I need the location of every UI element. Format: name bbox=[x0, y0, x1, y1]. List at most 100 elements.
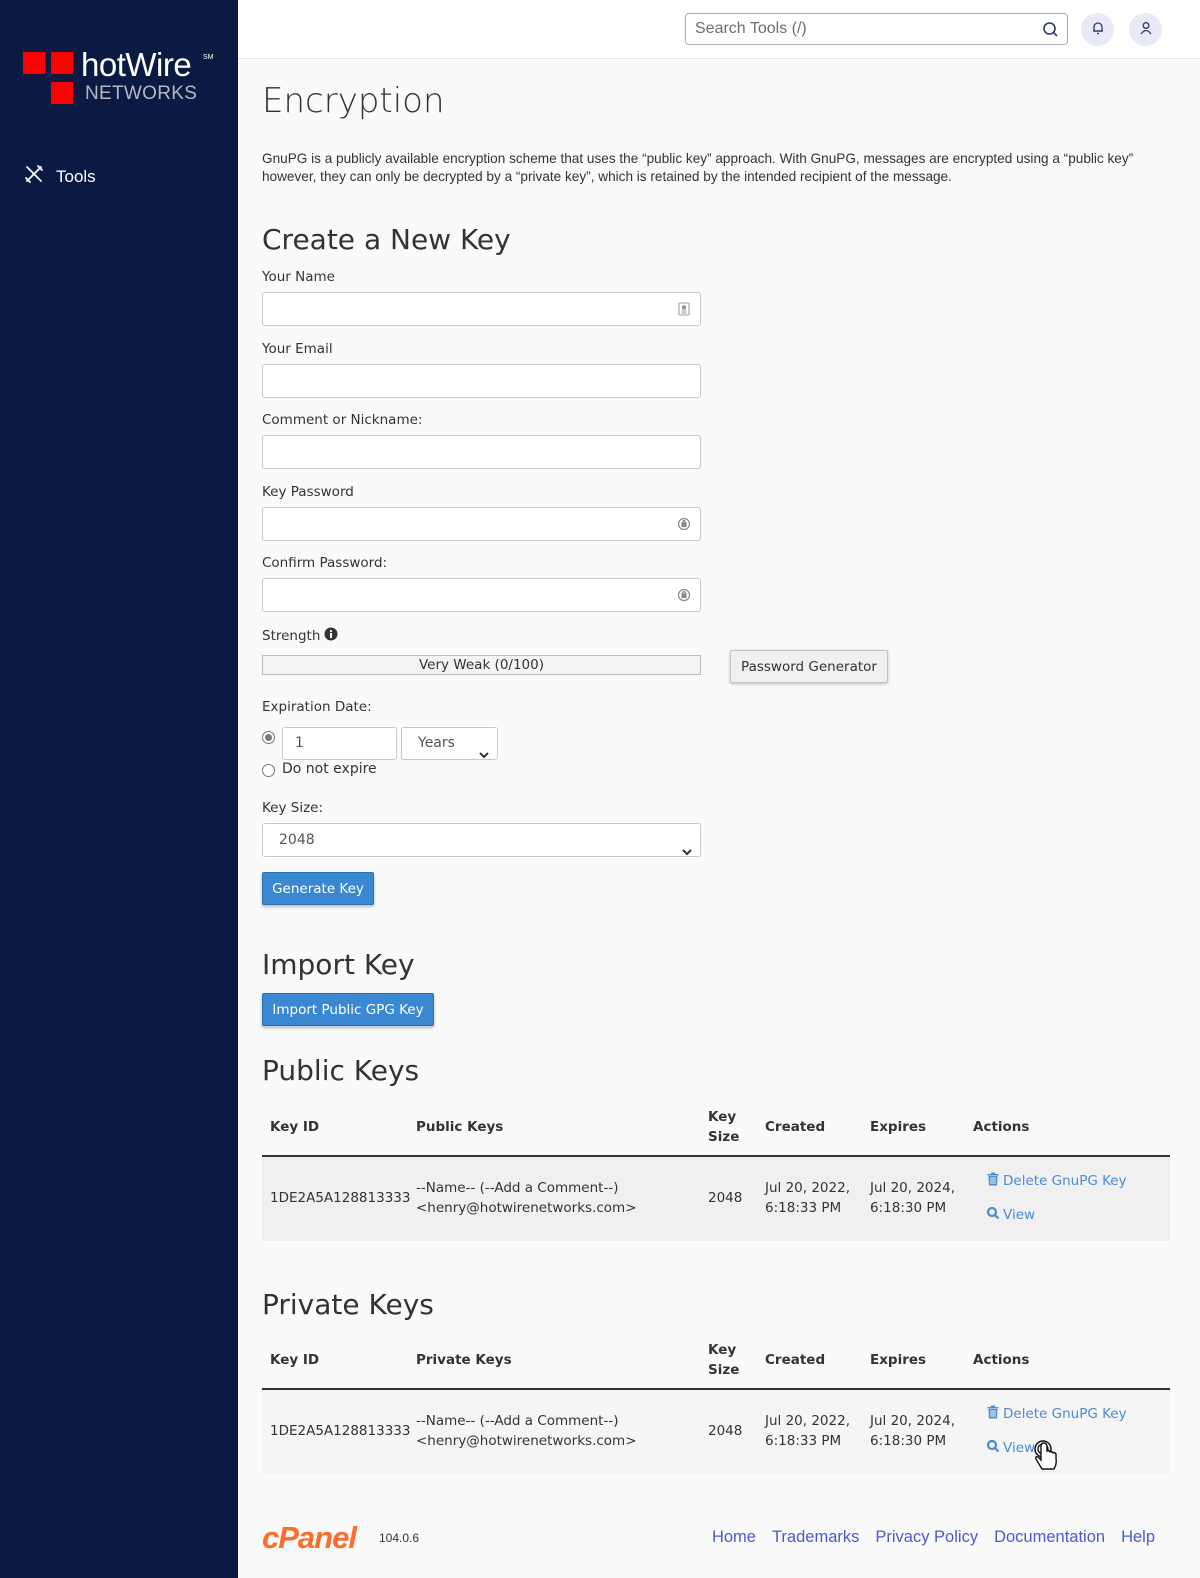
import-key-heading: Import Key bbox=[262, 948, 415, 981]
search-icon[interactable] bbox=[1042, 21, 1059, 38]
created-date: Jul 20, 2022, bbox=[765, 1413, 850, 1429]
sidebar-item-tools[interactable]: Tools bbox=[24, 164, 96, 189]
notifications-button[interactable] bbox=[1081, 13, 1114, 46]
expires-date: Jul 20, 2024, bbox=[870, 1180, 955, 1196]
key-user-name: --Name-- (--Add a Comment--) bbox=[416, 1413, 619, 1429]
footer-link-help[interactable]: Help bbox=[1121, 1528, 1155, 1547]
column-header-actions: Actions bbox=[973, 1119, 1030, 1135]
search-input[interactable] bbox=[686, 14, 1067, 44]
delete-key-link[interactable]: Delete GnuPG Key bbox=[986, 1405, 1127, 1423]
logo-square bbox=[23, 52, 45, 74]
do-not-expire-label[interactable]: Do not expire bbox=[282, 761, 377, 777]
column-header-key-size: Key Size bbox=[708, 1340, 739, 1380]
cpanel-logo[interactable]: cPanel bbox=[262, 1520, 357, 1556]
table-header: Key ID Private Keys Key Size Created Exp… bbox=[262, 1334, 1170, 1390]
comment-input[interactable] bbox=[263, 436, 700, 468]
footer: cPanel 104.0.6 Home Trademarks Privacy P… bbox=[262, 1520, 1170, 1560]
view-key-link[interactable]: View bbox=[986, 1206, 1035, 1224]
brand-service-mark: SM bbox=[203, 54, 214, 61]
name-label: Your Name bbox=[262, 269, 335, 285]
key-user-cell: --Name-- (--Add a Comment--) <henry@hotw… bbox=[416, 1411, 637, 1451]
name-input[interactable] bbox=[263, 293, 700, 325]
page-description: GnuPG is a publicly available encryption… bbox=[262, 151, 1134, 184]
column-header-key-size-line2: Size bbox=[708, 1129, 740, 1145]
key-size-select[interactable]: 2048 bbox=[262, 823, 701, 857]
email-input[interactable] bbox=[263, 365, 700, 397]
password-manager-icon[interactable] bbox=[676, 516, 692, 532]
expiration-label: Expiration Date: bbox=[262, 699, 372, 715]
footer-links: Home Trademarks Privacy Policy Documenta… bbox=[712, 1528, 1155, 1547]
expires-cell: Jul 20, 2024, 6:18:30 PM bbox=[870, 1178, 955, 1218]
expiration-amount-input[interactable]: 1 bbox=[282, 727, 397, 760]
import-public-key-button[interactable]: Import Public GPG Key bbox=[262, 993, 434, 1026]
name-field-wrapper bbox=[262, 292, 701, 326]
email-field-wrapper bbox=[262, 364, 701, 398]
key-password-input[interactable] bbox=[263, 508, 700, 540]
expires-time: 6:18:30 PM bbox=[870, 1433, 947, 1449]
contact-card-icon[interactable] bbox=[676, 301, 692, 317]
confirm-password-input[interactable] bbox=[263, 579, 700, 611]
chevron-down-icon bbox=[682, 836, 692, 856]
key-id-cell: 1DE2A5A128813333 bbox=[270, 1423, 411, 1439]
top-bar bbox=[238, 0, 1200, 59]
view-key-link[interactable]: View bbox=[986, 1439, 1035, 1457]
bell-icon bbox=[1091, 20, 1105, 39]
user-icon bbox=[1139, 20, 1153, 39]
delete-key-link[interactable]: Delete GnuPG Key bbox=[986, 1172, 1127, 1190]
expire-after-radio[interactable] bbox=[262, 731, 275, 744]
footer-link-documentation[interactable]: Documentation bbox=[994, 1528, 1105, 1547]
column-header-expires: Expires bbox=[870, 1119, 927, 1135]
email-label: Your Email bbox=[262, 341, 333, 357]
user-menu-button[interactable] bbox=[1129, 13, 1162, 46]
column-header-public-keys: Public Keys bbox=[416, 1119, 504, 1135]
cpanel-version: 104.0.6 bbox=[379, 1531, 420, 1545]
key-user-email: <henry@hotwirenetworks.com> bbox=[416, 1433, 637, 1449]
column-header-key-size-line2: Size bbox=[708, 1362, 740, 1378]
created-date: Jul 20, 2022, bbox=[765, 1180, 850, 1196]
column-header-key-size: Key Size bbox=[708, 1107, 739, 1147]
footer-link-privacy-policy[interactable]: Privacy Policy bbox=[875, 1528, 978, 1547]
expires-date: Jul 20, 2024, bbox=[870, 1413, 955, 1429]
password-manager-icon[interactable] bbox=[676, 587, 692, 603]
page-title: Encryption bbox=[262, 81, 445, 121]
created-time: 6:18:33 PM bbox=[765, 1200, 842, 1216]
column-header-private-keys: Private Keys bbox=[416, 1352, 512, 1368]
footer-link-trademarks[interactable]: Trademarks bbox=[772, 1528, 859, 1547]
created-cell: Jul 20, 2022, 6:18:33 PM bbox=[765, 1411, 850, 1451]
column-header-key-id: Key ID bbox=[270, 1352, 320, 1368]
sidebar-item-label: Tools bbox=[56, 166, 96, 186]
logo-square bbox=[51, 82, 73, 104]
sidebar: hotWire SM NETWORKS Tools bbox=[0, 0, 238, 1578]
search-box bbox=[685, 13, 1068, 45]
expiration-unit-select[interactable]: Years bbox=[401, 727, 498, 760]
logo-square bbox=[51, 52, 73, 74]
confirm-password-field-wrapper bbox=[262, 578, 701, 612]
brand-logo[interactable]: hotWire SM NETWORKS bbox=[23, 46, 223, 108]
column-header-actions: Actions bbox=[973, 1352, 1030, 1368]
view-key-label: View bbox=[1003, 1207, 1036, 1223]
key-size-value: 2048 bbox=[279, 832, 315, 848]
hand-cursor-icon bbox=[1030, 1438, 1060, 1476]
brand-name: hotWire bbox=[81, 46, 192, 83]
key-user-name: --Name-- (--Add a Comment--) bbox=[416, 1180, 619, 1196]
info-icon[interactable] bbox=[324, 627, 338, 645]
key-password-field-wrapper bbox=[262, 507, 701, 541]
key-size-cell: 2048 bbox=[708, 1423, 743, 1439]
key-size-label: Key Size: bbox=[262, 800, 324, 816]
column-header-expires: Expires bbox=[870, 1352, 927, 1368]
column-header-key-size-line1: Key bbox=[708, 1342, 737, 1358]
public-keys-table: Key ID Public Keys Key Size Created Expi… bbox=[262, 1101, 1170, 1241]
comment-field-wrapper bbox=[262, 435, 701, 469]
password-strength-meter: Very Weak (0/100) bbox=[262, 655, 701, 675]
do-not-expire-radio[interactable] bbox=[262, 764, 275, 777]
column-header-created: Created bbox=[765, 1119, 826, 1135]
footer-link-home[interactable]: Home bbox=[712, 1528, 756, 1547]
chevron-down-icon bbox=[479, 740, 489, 758]
password-generator-button[interactable]: Password Generator bbox=[730, 650, 888, 683]
column-header-key-id: Key ID bbox=[270, 1119, 320, 1135]
strength-meter-text: Very Weak (0/100) bbox=[418, 657, 544, 673]
create-key-heading: Create a New Key bbox=[262, 223, 511, 256]
generate-key-button[interactable]: Generate Key bbox=[262, 872, 374, 905]
trash-icon bbox=[986, 1405, 1000, 1423]
expiration-unit-value: Years bbox=[418, 735, 455, 751]
